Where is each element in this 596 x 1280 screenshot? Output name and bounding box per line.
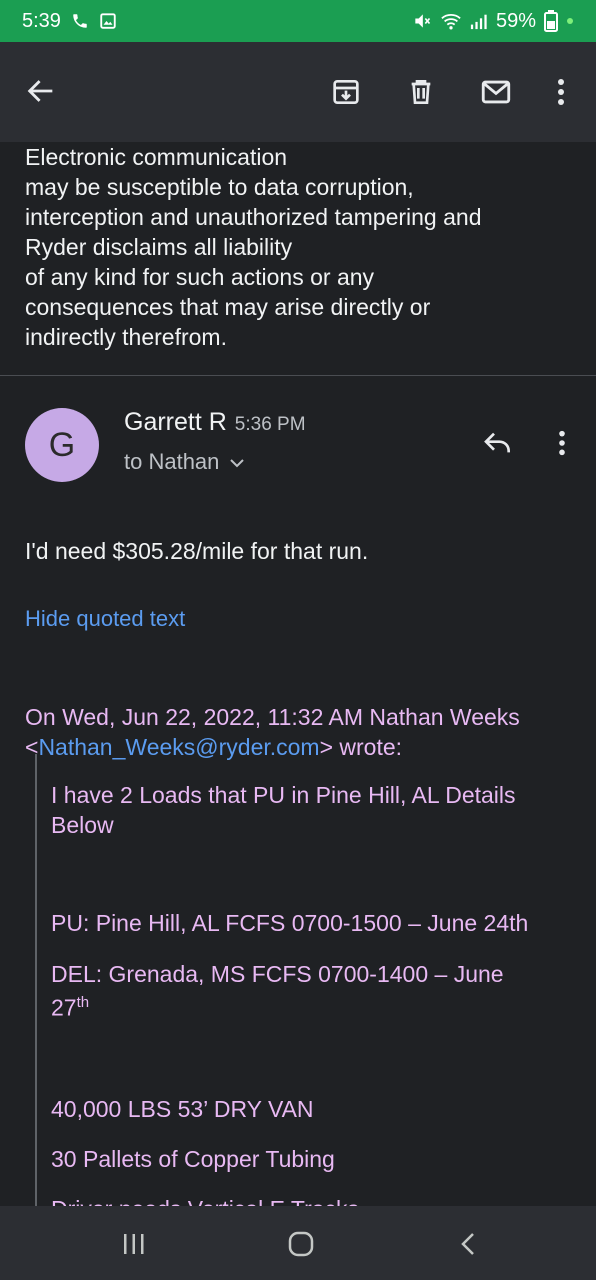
message-body: I'd need $305.28/mile for that run.: [25, 538, 369, 564]
previous-message-disclaimer: Electronic communication may be suscepti…: [25, 142, 575, 352]
back-nav-icon[interactable]: [448, 1228, 488, 1260]
avatar[interactable]: G: [25, 408, 99, 482]
hide-quoted-text-link[interactable]: Hide quoted text: [25, 606, 185, 632]
quote-line: I have 2 Loads that PU in Pine Hill, AL …: [51, 782, 516, 808]
recents-icon[interactable]: [114, 1228, 154, 1260]
mute-icon: [412, 11, 432, 31]
recipient-label: to Nathan: [124, 449, 220, 474]
weight-line: 40,000 LBS 53’ DRY VAN: [51, 1096, 314, 1122]
reply-icon[interactable]: [478, 423, 518, 463]
disclaimer-line: interception and unauthorized tampering …: [25, 204, 482, 230]
pickup-line: PU: Pine Hill, AL FCFS 0700-1500 – June …: [51, 910, 529, 936]
delivery-day-suffix: th: [76, 994, 90, 1011]
quote-header-line: On Wed, Jun 22, 2022, 11:32 AM Nathan We…: [25, 704, 520, 730]
quote-header: On Wed, Jun 22, 2022, 11:32 AM Nathan We…: [25, 702, 585, 762]
message-time: 5:36 PM: [234, 414, 306, 435]
privacy-dot-icon: [566, 17, 574, 25]
disclaimer-line: indirectly therefrom.: [25, 324, 227, 350]
battery-level: 59%: [495, 9, 536, 32]
archive-icon[interactable]: [326, 72, 366, 112]
battery-icon: [544, 10, 558, 32]
status-bar: 5:39 59%: [0, 0, 596, 42]
delivery-day-number: 27: [51, 994, 77, 1021]
trash-icon[interactable]: [401, 72, 441, 112]
phone-icon: [71, 12, 89, 30]
signal-icon: [470, 12, 488, 30]
wifi-icon: [440, 11, 462, 31]
message-divider: [0, 375, 596, 376]
mail-icon[interactable]: [476, 72, 516, 112]
quote-line: Below: [51, 812, 114, 838]
message-more-icon[interactable]: [542, 423, 582, 463]
delivery-day: 27th: [51, 994, 89, 1022]
back-arrow-icon[interactable]: [24, 74, 58, 113]
disclaimer-line: of any kind for such actions or any: [25, 264, 375, 290]
recipient-details[interactable]: to Nathan: [124, 449, 245, 475]
status-time: 5:39: [22, 9, 61, 32]
quote-close: > wrote:: [319, 734, 403, 760]
pallets-line: 30 Pallets of Copper Tubing: [51, 1146, 335, 1172]
sender-name: Garrett R: [124, 408, 227, 436]
app-bar: [0, 42, 596, 142]
chevron-down-icon[interactable]: [229, 449, 245, 475]
quote-header-line: <Nathan_Weeks@ryder.com> wrote:: [25, 732, 585, 762]
driver-line: Driver needs Vertical E Tracks: [51, 1196, 359, 1206]
disclaimer-line: Electronic communication: [25, 144, 288, 170]
sender-email-link[interactable]: Nathan_Weeks@ryder.com: [38, 734, 319, 760]
sender-header[interactable]: Garrett R 5:36 PM: [124, 408, 306, 437]
disclaimer-line: Ryder disclaims all liability: [25, 234, 293, 260]
more-vert-icon[interactable]: [541, 72, 581, 112]
disclaimer-line: may be susceptible to data corruption,: [25, 174, 414, 200]
delivery-line: DEL: Grenada, MS FCFS 0700-1400 – June: [51, 961, 504, 987]
home-icon[interactable]: [281, 1228, 321, 1260]
image-icon: [99, 12, 117, 30]
system-nav-bar: [0, 1206, 596, 1280]
email-thread[interactable]: Electronic communication may be suscepti…: [0, 142, 596, 1206]
quote-bar: [35, 754, 37, 1206]
disclaimer-line: consequences that may arise directly or: [25, 294, 431, 320]
